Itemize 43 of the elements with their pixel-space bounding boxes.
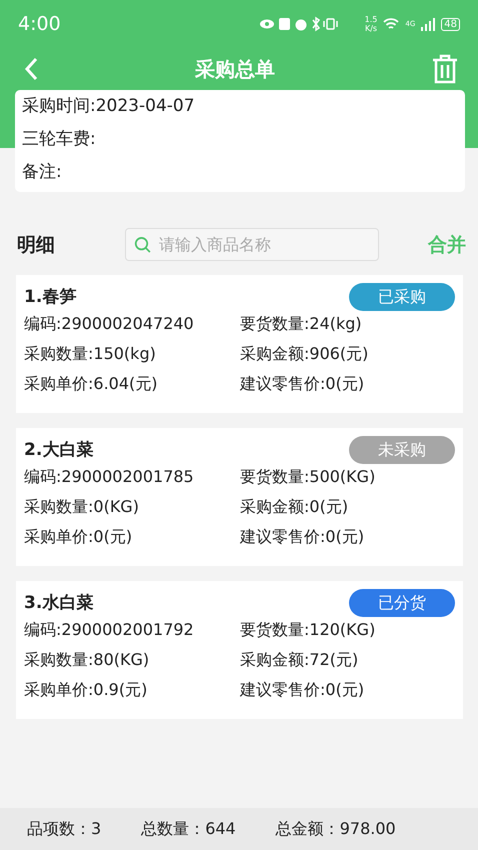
- wifi-icon: [383, 17, 400, 31]
- status-tag: 已分货: [349, 589, 455, 617]
- summary-text: 总数量：644: [141, 818, 236, 840]
- item-field: 要货数量:24(kg): [240, 311, 455, 336]
- item-field: 采购单价:0(元): [24, 524, 240, 549]
- status-tag: 未采购: [349, 436, 455, 464]
- back-icon[interactable]: [24, 57, 38, 81]
- item-field: 建议零售价:0(元): [240, 677, 455, 702]
- info-text: 采购时间:2023-04-07: [22, 95, 196, 118]
- item-field: 采购金额:906(元): [240, 341, 455, 366]
- status-tag: 已采购: [349, 283, 455, 311]
- item-field: 要货数量:500(KG): [240, 464, 455, 489]
- summary-text: 品项数：3: [27, 818, 102, 840]
- search-icon: [134, 234, 152, 254]
- item-field: 采购单价:6.04(元): [24, 371, 240, 396]
- item-field: 编码:2900002001785: [24, 464, 240, 489]
- search-input[interactable]: 请输入商品名称: [157, 234, 370, 255]
- item-field: 建议零售价:0(元): [240, 524, 455, 549]
- trash-icon[interactable]: [432, 54, 458, 84]
- item-field: 编码:2900002001792: [24, 617, 240, 642]
- network-speed: 1.5 K/s: [364, 15, 378, 33]
- summary-text: 总金额：978.00: [276, 818, 396, 840]
- status-time: 4:00: [18, 13, 61, 35]
- item-field: 采购数量:80(KG): [24, 647, 240, 672]
- item-name: 1.春笋: [24, 286, 76, 308]
- info-text: 备注:: [22, 161, 63, 184]
- battery-level: 48: [441, 18, 460, 30]
- item-field: 采购数量:0(KG): [24, 494, 240, 519]
- signal-icon: [421, 17, 436, 31]
- item-name: 2.大白菜: [24, 438, 94, 460]
- item-field: 采购数量:150(kg): [24, 341, 240, 366]
- section-title: 明细: [17, 232, 55, 258]
- item-field: 要货数量:120(KG): [240, 617, 455, 642]
- item-field: 采购金额:72(元): [240, 647, 455, 672]
- search-field[interactable]: 请输入商品名称: [124, 228, 378, 261]
- item-field: 编码:2900002047240: [24, 311, 240, 336]
- item-name: 3.水白菜: [24, 592, 94, 614]
- item-field: 建议零售价:0(元): [240, 371, 455, 396]
- item-field: 采购单价:0.9(元): [24, 677, 240, 702]
- page-title: 采购总单: [195, 56, 275, 82]
- merge-button[interactable]: 合并: [428, 232, 466, 258]
- info-text: 三轮车费:: [22, 128, 97, 151]
- item-field: 采购金额:0(元): [240, 494, 455, 519]
